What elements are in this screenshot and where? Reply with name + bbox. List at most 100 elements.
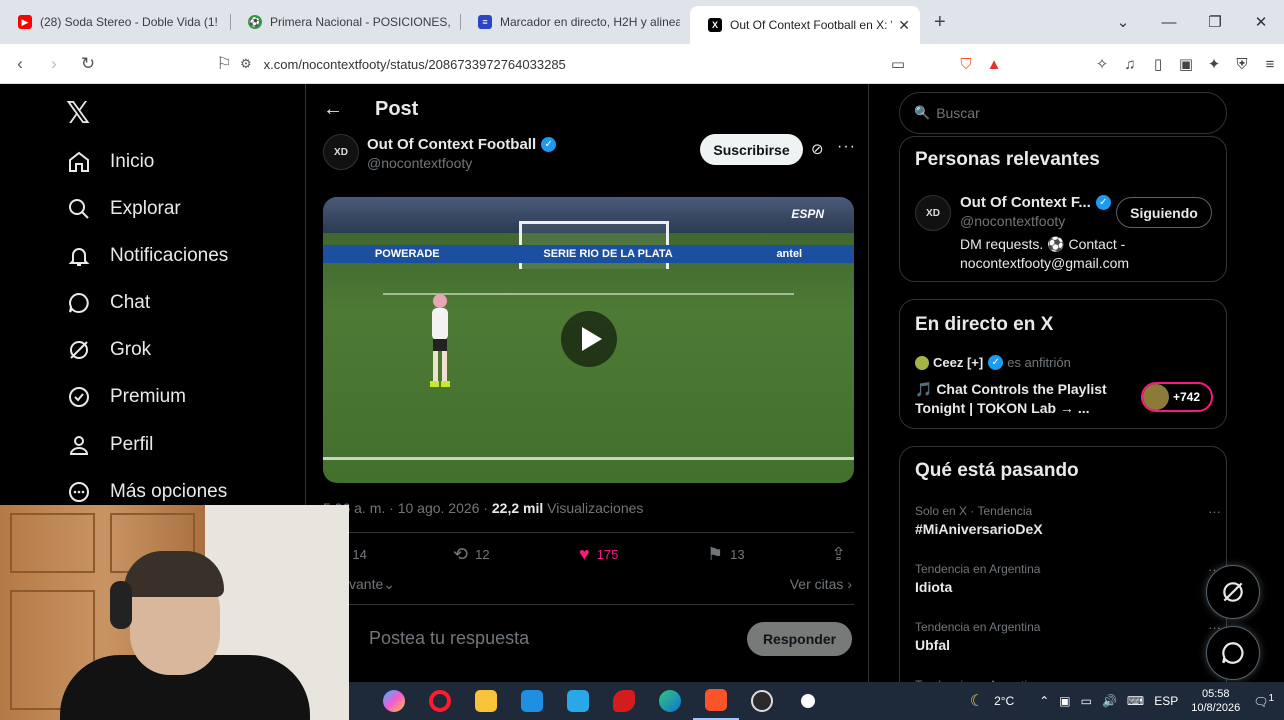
more-options-icon[interactable]: ··· [837, 138, 856, 156]
board-mid: SERIE RIO DE LA PLATA [543, 248, 673, 260]
app-red-icon[interactable] [601, 682, 647, 720]
trend-item[interactable]: Solo en X · Tendencia #MiAniversarioDeX … [915, 504, 1221, 537]
browser-tab[interactable]: ≡ Marcador en directo, H2H y alineaci [460, 4, 690, 40]
headset-icon [110, 581, 132, 629]
sidebar-item-chat[interactable]: Chat [66, 287, 150, 319]
weather-temp[interactable]: 2°C [994, 694, 1014, 708]
door-panel [10, 513, 95, 573]
relevant-name[interactable]: Out Of Context F... ✓ [960, 194, 1111, 211]
relevant-handle[interactable]: @nocontextfooty [960, 213, 1065, 229]
sidebar-item-notificaciones[interactable]: Notificaciones [66, 240, 228, 272]
live-space-title[interactable]: 🎵 Chat Controls the Playlist Tonight | T… [915, 380, 1135, 418]
close-window-icon[interactable]: ✕ [1238, 13, 1284, 31]
host-avatar [915, 355, 929, 370]
sidebar-item-mas-opciones[interactable]: Más opciones [66, 476, 227, 508]
grok-icon [66, 337, 92, 363]
sidebar-item-perfil[interactable]: Perfil [66, 429, 153, 461]
menu-icon[interactable]: ≡ [1256, 56, 1284, 73]
keyboard-icon[interactable]: ⌨ [1127, 694, 1144, 708]
sidebar-icon[interactable]: ▯ [1144, 55, 1172, 73]
bookmark-icon[interactable]: ⚐ [210, 54, 238, 74]
site-info-icon[interactable]: ⚙ [240, 56, 252, 72]
new-tab-icon[interactable]: + [920, 11, 960, 34]
author-handle[interactable]: @nocontextfooty [367, 155, 472, 171]
notification-icon[interactable]: 🗨1 [1253, 693, 1274, 709]
verified-badge-icon: ✓ [541, 137, 557, 152]
sidebar-item-grok[interactable]: Grok [66, 334, 151, 366]
obs-icon[interactable] [739, 682, 785, 720]
subscribe-button[interactable]: Suscribirse [700, 134, 803, 165]
reload-icon[interactable]: ↻ [74, 54, 102, 74]
vpn-icon[interactable]: ⛨ [1228, 56, 1256, 73]
grok-explain-icon[interactable]: ⊘ [811, 140, 824, 158]
brave-shield-icon[interactable]: ⛉ [952, 56, 980, 73]
premium-icon [66, 384, 92, 410]
opera-icon[interactable] [417, 682, 463, 720]
outlook-icon[interactable] [509, 682, 555, 720]
trend-item[interactable]: Tendencia en Argentina Idiota ··· [915, 562, 1221, 595]
repost-icon: ⟲ [453, 544, 469, 564]
trend-category: Solo en X · Tendencia [915, 504, 1033, 518]
close-tab-icon[interactable]: ✕ [898, 17, 910, 34]
sidebar-item-explorar[interactable]: Explorar [66, 193, 181, 225]
x-logo-icon[interactable]: 𝕏 [66, 96, 90, 131]
volume-icon[interactable]: 🔊 [1102, 694, 1117, 708]
cast-icon[interactable]: ▭ [884, 55, 912, 73]
copilot-icon[interactable] [371, 682, 417, 720]
play-button[interactable] [561, 311, 617, 367]
extensions-icon[interactable]: ✧ [1088, 55, 1116, 73]
sort-dropdown[interactable]: vante⌄ [349, 576, 395, 592]
brave-rewards-icon[interactable]: ▲ [980, 56, 1008, 73]
grok-float-button[interactable] [1206, 565, 1260, 619]
reply-input[interactable]: Postea tu respuesta [369, 628, 529, 649]
back-arrow-icon[interactable]: ← [323, 98, 351, 121]
browser-tab[interactable]: ⚽ Primera Nacional - POSICIONES, RES [230, 4, 460, 40]
chat-float-button[interactable] [1206, 626, 1260, 680]
store-icon[interactable] [555, 682, 601, 720]
edge-icon[interactable] [647, 682, 693, 720]
browser-tab[interactable]: ▶ (28) Soda Stereo - Doble Vida (1! [0, 4, 230, 40]
weather-icon[interactable]: ☾ [970, 691, 984, 711]
trend-item[interactable]: Tendencia en Argentina Ubfal ··· [915, 620, 1221, 653]
browser-tab-active[interactable]: X Out Of Context Football en X: "hr ✕ [690, 6, 920, 44]
sidebar-item-inicio[interactable]: Inicio [66, 146, 154, 178]
bookmark-action[interactable]: ⚑ 13 [707, 544, 745, 565]
brave-icon[interactable] [693, 682, 739, 720]
back-icon[interactable]: ‹ [6, 54, 34, 74]
video-player[interactable]: POWERADE SERIE RIO DE LA PLATA antel ESP… [323, 197, 854, 483]
minimize-icon[interactable]: — [1146, 14, 1192, 31]
trend-more-icon[interactable]: ··· [1208, 504, 1221, 519]
wallet-icon[interactable]: ▣ [1172, 55, 1200, 73]
following-button[interactable]: Siguiendo [1116, 197, 1212, 228]
reply-composer: Postea tu respuesta Responder [323, 622, 854, 658]
like-action[interactable]: ♥ 175 [579, 544, 618, 565]
avatar[interactable]: XD [323, 134, 359, 170]
avatar[interactable]: XD [915, 195, 951, 231]
card-title: Qué está pasando [915, 460, 1079, 481]
repost-action[interactable]: ⟲ 12 [453, 544, 490, 565]
sidebar-item-premium[interactable]: Premium [66, 381, 186, 413]
search-input[interactable]: 🔍 Buscar [899, 92, 1227, 134]
quotes-link[interactable]: Ver citas › [790, 576, 852, 592]
network-icon[interactable]: ▭ [1081, 694, 1092, 708]
reply-button[interactable]: Responder [747, 622, 852, 656]
live-host[interactable]: Ceez [+] ✓ es anfitrión [915, 355, 1071, 370]
sidebar-item-label: Premium [110, 386, 187, 407]
file-explorer-icon[interactable] [463, 682, 509, 720]
leo-icon[interactable]: ✦ [1200, 55, 1228, 73]
forward-icon[interactable]: › [40, 54, 68, 74]
tab-search-icon[interactable]: ⌄ [1100, 13, 1146, 31]
language-indicator[interactable]: ESP [1154, 694, 1178, 708]
tray-app-icon[interactable]: ▣ [1059, 694, 1070, 708]
tray-expand-icon[interactable]: ⌃ [1039, 694, 1049, 708]
live-card: En directo en X Ceez [+] ✓ es anfitrión … [899, 299, 1227, 429]
search-icon [66, 196, 92, 222]
media-icon[interactable]: ♫ [1116, 56, 1144, 73]
app-white-icon[interactable] [785, 682, 831, 720]
live-listeners-badge[interactable]: +742 [1141, 382, 1213, 412]
restore-icon[interactable]: ❐ [1192, 13, 1238, 31]
share-action[interactable]: ⇪ [831, 544, 853, 565]
heart-icon: ♥ [579, 544, 590, 564]
clock[interactable]: 05:58 10/8/2026 [1191, 687, 1240, 715]
author-name[interactable]: Out Of Context Football ✓ [367, 136, 557, 153]
